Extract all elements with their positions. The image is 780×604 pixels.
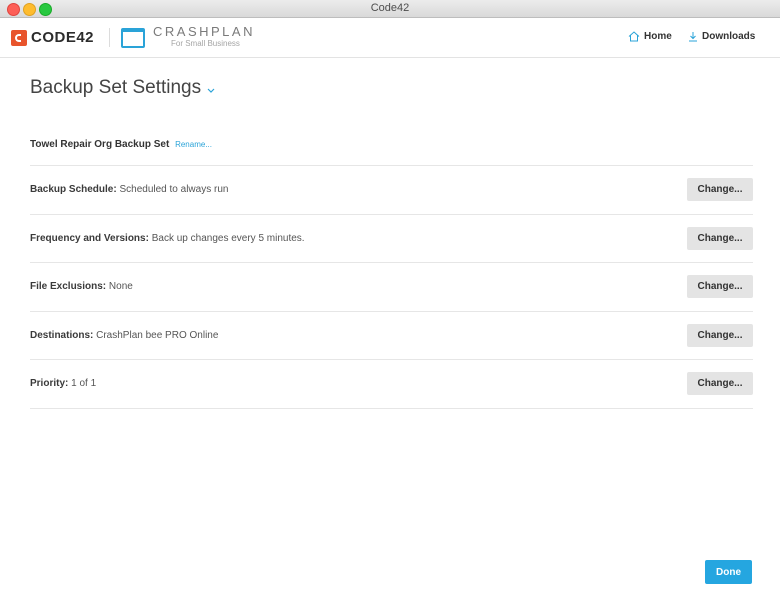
setting-label: Backup Schedule: (30, 184, 117, 195)
crashplan-folder-icon (121, 28, 145, 48)
settings-list: Towel Repair Org Backup Set Rename... Ba… (30, 118, 753, 409)
setting-value: Back up changes every 5 minutes. (151, 232, 305, 244)
setting-row-destinations: Destinations: CrashPlan bee PRO Online C… (30, 312, 753, 360)
header-divider (109, 28, 110, 47)
setting-label: Frequency and Versions: (30, 232, 149, 244)
code42-logo: CODE42 (11, 28, 94, 47)
setting-value: 1 of 1 (71, 378, 97, 389)
change-backup-schedule-button[interactable]: Change... (687, 178, 753, 201)
nav-home-label: Home (644, 31, 672, 42)
change-destinations-button[interactable]: Change... (687, 323, 753, 347)
code42-logo-icon (11, 29, 27, 46)
setting-value: Scheduled to always run (119, 184, 229, 195)
app-header: CODE42 CRASHPLAN For Small Business Home… (0, 18, 780, 58)
nav-downloads-link[interactable]: Downloads (688, 31, 755, 42)
crashplan-logo: CRASHPLAN For Small Business (121, 25, 255, 48)
done-button[interactable]: Done (705, 560, 752, 584)
page-title-dropdown[interactable]: Backup Set Settings (30, 77, 215, 99)
setting-row-backup-schedule: Backup Schedule: Scheduled to always run… (30, 166, 753, 215)
setting-label: Priority: (30, 378, 69, 389)
setting-value: None (108, 281, 133, 292)
change-priority-button[interactable]: Change... (687, 372, 753, 395)
page-title: Backup Set Settings (30, 77, 202, 98)
window-titlebar: Code42 (0, 0, 780, 18)
nav-home-link[interactable]: Home (628, 31, 672, 42)
backup-set-name-row: Towel Repair Org Backup Set Rename... (30, 118, 753, 166)
chevron-down-icon (207, 88, 215, 93)
change-file-exclusions-button[interactable]: Change... (687, 275, 753, 298)
change-frequency-button[interactable]: Change... (687, 226, 753, 250)
setting-row-priority: Priority: 1 of 1 Change... (30, 360, 753, 409)
crashplan-logo-subtitle: For Small Business (171, 39, 240, 48)
setting-label: File Exclusions: (30, 281, 107, 292)
home-icon (628, 31, 640, 42)
setting-value: CrashPlan bee PRO Online (96, 329, 219, 341)
window-title: Code42 (370, 2, 410, 14)
setting-label: Destinations: (30, 329, 94, 341)
backup-set-name: Towel Repair Org Backup Set (30, 139, 170, 150)
setting-row-file-exclusions: File Exclusions: None Change... (30, 263, 753, 312)
code42-logo-text: CODE42 (31, 29, 95, 46)
setting-row-frequency-versions: Frequency and Versions: Back up changes … (30, 215, 753, 263)
crashplan-logo-text: CRASHPLAN (153, 24, 255, 39)
download-icon (689, 32, 697, 42)
nav-downloads-label: Downloads (702, 31, 756, 42)
rename-link[interactable]: Rename... (175, 140, 212, 149)
